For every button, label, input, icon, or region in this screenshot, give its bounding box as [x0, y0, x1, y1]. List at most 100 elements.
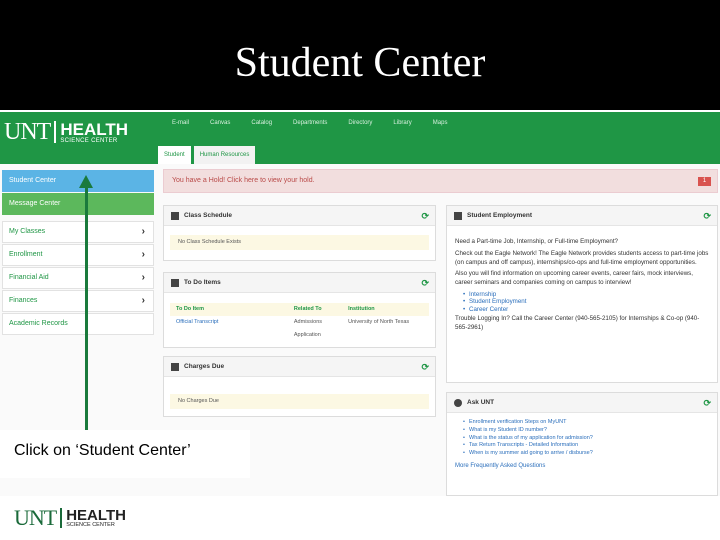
hold-alert-text: You have a Hold! Click here to view your…	[172, 177, 315, 184]
sidebar-item-financial-aid[interactable]: Financial Aid ›	[2, 267, 154, 289]
footer-logo-divider	[60, 508, 63, 528]
nav-library[interactable]: Library	[393, 120, 411, 126]
sidebar-item-label: Financial Aid	[9, 274, 49, 281]
chevron-right-icon: ›	[141, 249, 145, 260]
sidebar-item-finances[interactable]: Finances ›	[2, 290, 154, 312]
tab-human-resources[interactable]: Human Resources	[193, 146, 256, 164]
refresh-icon[interactable]: ⟳	[703, 206, 711, 226]
sidebar-item-my-classes[interactable]: My Classes ›	[2, 221, 154, 243]
link-student-employment[interactable]: Student Employment	[463, 298, 709, 306]
ask-unt-title: Ask UNT	[467, 399, 495, 406]
class-schedule-empty: No Class Schedule Exists	[170, 235, 429, 250]
sidebar-item-academic-records[interactable]: Academic Records	[2, 313, 154, 335]
faq-link[interactable]: What is the status of my application for…	[463, 435, 709, 443]
slide-title: Student Center	[0, 0, 720, 110]
more-faq-link[interactable]: More Frequently Asked Questions	[455, 463, 709, 471]
charges-empty: No Charges Due	[170, 394, 429, 409]
footer-logo-science-center: SCIENCE CENTER	[66, 521, 115, 528]
hold-count-badge: 1	[698, 177, 711, 186]
todo-panel: To Do Items ⟳ To Do Item Related To Inst…	[163, 272, 436, 348]
footer-unt-hsc-logo: UNT HEALTH SCIENCE CENTER	[14, 505, 126, 531]
chevron-right-icon: ›	[141, 272, 145, 283]
question-icon	[454, 399, 462, 407]
hold-alert[interactable]: You have a Hold! Click here to view your…	[163, 169, 718, 193]
ask-unt-panel: Ask UNT ⟳ Enrollment verification Steps …	[446, 392, 718, 496]
pointer-arrow-head-icon	[79, 175, 93, 188]
todo-col-institution: Institution	[348, 306, 375, 312]
employment-panel: Student Employment ⟳ Need a Part-time Jo…	[446, 205, 718, 383]
sidebar-item-label: Message Center	[9, 200, 61, 207]
sidebar-item-label: Student Center	[9, 177, 57, 184]
sidebar-item-label: My Classes	[9, 228, 46, 235]
employment-title: Student Employment	[467, 212, 533, 219]
link-career-center[interactable]: Career Center	[463, 306, 709, 314]
logo-unt: UNT	[4, 118, 51, 145]
nav-departments[interactable]: Departments	[293, 120, 327, 126]
faq-link[interactable]: When is my summer aid going to arrive / …	[463, 450, 709, 458]
briefcase-icon	[454, 212, 462, 220]
portal-header: UNT HEALTH SCIENCE CENTER E-mail Canvas …	[0, 112, 720, 164]
employment-body: Need a Part-time Job, Internship, or Ful…	[447, 226, 717, 333]
employment-intro: Need a Part-time Job, Internship, or Ful…	[455, 238, 619, 245]
chevron-right-icon: ›	[141, 295, 145, 306]
sidebar-item-student-center[interactable]: Student Center	[2, 170, 154, 192]
class-schedule-title: Class Schedule	[184, 212, 233, 219]
todo-table-header: To Do Item Related To Institution	[170, 303, 429, 316]
ask-unt-header: Ask UNT ⟳	[447, 393, 717, 413]
todo-col-related: Related To	[293, 306, 322, 312]
footer-logo-unt: UNT	[14, 505, 57, 530]
footer-logo-hsc: HEALTH SCIENCE CENTER	[66, 508, 126, 529]
logo-hsc: HEALTH SCIENCE CENTER	[60, 121, 128, 144]
todo-cell-related: Admissions Application	[293, 319, 323, 338]
ask-unt-links: Enrollment verification Steps on MyUNT W…	[463, 419, 709, 458]
nav-catalog[interactable]: Catalog	[251, 120, 272, 126]
employment-eagle-network: Check out the Eagle Network! The Eagle N…	[455, 249, 709, 266]
class-schedule-panel: Class Schedule ⟳ No Class Schedule Exist…	[163, 205, 436, 261]
nav-email[interactable]: E-mail	[172, 120, 189, 126]
refresh-icon[interactable]: ⟳	[421, 206, 429, 226]
employment-trouble-login: Trouble Logging In? Call the Career Cent…	[455, 315, 700, 332]
nav-maps[interactable]: Maps	[433, 120, 448, 126]
sidebar-item-label: Academic Records	[9, 320, 68, 327]
link-internship[interactable]: Internship	[463, 291, 709, 299]
nav-directory[interactable]: Directory	[348, 120, 372, 126]
employment-header: Student Employment ⟳	[447, 206, 717, 226]
todo-col-item: To Do Item	[176, 306, 205, 312]
nav-canvas[interactable]: Canvas	[210, 120, 230, 126]
instruction-caption: Click on ‘Student Center’	[0, 430, 250, 478]
class-schedule-header: Class Schedule ⟳	[164, 206, 435, 226]
refresh-icon[interactable]: ⟳	[421, 357, 429, 377]
todo-cell-item[interactable]: Official Transcript	[170, 316, 288, 329]
logo-divider	[54, 121, 57, 143]
logo-health: HEALTH	[60, 119, 129, 139]
pointer-arrow-line	[85, 186, 88, 433]
charges-title: Charges Due	[184, 363, 225, 370]
sidebar-item-message-center[interactable]: Message Center	[2, 193, 154, 215]
todo-table: To Do Item Related To Institution Offici…	[170, 303, 429, 338]
chevron-right-icon: ›	[141, 226, 145, 237]
todo-header: To Do Items ⟳	[164, 273, 435, 293]
todo-title: To Do Items	[184, 279, 221, 286]
sidebar-item-label: Finances	[9, 297, 38, 304]
faq-link[interactable]: What is my Student ID number?	[463, 427, 709, 435]
faq-link[interactable]: Enrollment verification Steps on MyUNT	[463, 419, 709, 427]
todo-cell-institution: University of North Texas	[348, 319, 410, 325]
table-row[interactable]: Official Transcript Admissions Applicati…	[170, 316, 429, 338]
top-nav: E-mail Canvas Catalog Departments Direct…	[172, 120, 468, 126]
money-icon	[171, 363, 179, 371]
sidebar: Student Center Message Center My Classes…	[2, 170, 154, 336]
ask-unt-body: Enrollment verification Steps on MyUNT W…	[447, 413, 717, 471]
refresh-icon[interactable]: ⟳	[421, 273, 429, 293]
sidebar-item-enrollment[interactable]: Enrollment ›	[2, 244, 154, 266]
footer-logo-health: HEALTH	[66, 506, 126, 524]
tab-student[interactable]: Student	[158, 146, 191, 164]
faq-link[interactable]: Tax Return Transcripts - Detailed Inform…	[463, 442, 709, 450]
logo-science-center: SCIENCE CENTER	[60, 137, 118, 144]
pin-icon	[171, 279, 179, 287]
sidebar-item-label: Enrollment	[9, 251, 43, 258]
portal-tabs: Student Human Resources	[158, 146, 258, 164]
refresh-icon[interactable]: ⟳	[703, 393, 711, 413]
charges-header: Charges Due ⟳	[164, 357, 435, 377]
unt-hsc-logo[interactable]: UNT HEALTH SCIENCE CENTER	[4, 118, 128, 146]
calendar-icon	[171, 212, 179, 220]
